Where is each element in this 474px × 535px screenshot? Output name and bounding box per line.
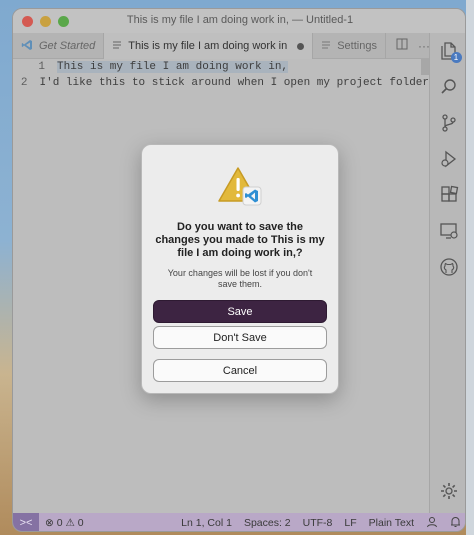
desktop-background-right (466, 0, 474, 535)
dialog-message: Your changes will be lost if you don't s… (167, 268, 313, 289)
tab-label: Settings (337, 40, 377, 52)
feedback-icon[interactable] (420, 516, 444, 531)
editor-scrollbar[interactable] (421, 59, 429, 75)
cancel-button[interactable]: Cancel (153, 359, 327, 382)
language-mode[interactable]: Plain Text (363, 517, 420, 529)
editor-actions: ··· (386, 33, 430, 58)
line-number: 2 (20, 77, 28, 89)
github-icon (439, 258, 458, 276)
tab-bar: Get Started This is my file I am doing w… (13, 33, 430, 59)
search-icon (440, 79, 456, 94)
source-control-icon (441, 114, 456, 132)
status-bar: >< ⊗ 0 ⚠ 0 Ln 1, Col 1 Spaces: 2 UTF-8 L… (13, 513, 465, 531)
activity-bar: 1 (429, 33, 466, 513)
run-debug-icon (440, 150, 456, 168)
title-bar: This is my file I am doing work in, — Un… (13, 9, 465, 33)
activity-explorer[interactable]: 1 (430, 33, 466, 69)
activity-manage[interactable] (430, 473, 466, 509)
lines-icon (112, 40, 122, 53)
activity-search[interactable] (430, 69, 466, 105)
desktop-background (0, 0, 12, 535)
line-text: I'd like this to stick around when I ope… (39, 77, 429, 89)
window-title: This is my file I am doing work in, — Un… (126, 14, 354, 26)
indentation[interactable]: Spaces: 2 (238, 517, 297, 529)
editor-line: 2 I'd like this to stick around when I o… (13, 75, 429, 91)
problems-indicator[interactable]: ⊗ 0 ⚠ 0 (39, 517, 90, 529)
vscode-logo-icon (21, 39, 33, 54)
remote-explorer-icon (439, 223, 458, 239)
tab-current-file[interactable]: This is my file I am doing work in (104, 33, 314, 59)
remote-indicator[interactable]: >< (13, 513, 39, 531)
cursor-position[interactable]: Ln 1, Col 1 (175, 517, 238, 529)
editor-line: 1 This is my file I am doing work in, (13, 59, 429, 75)
dont-save-button[interactable]: Don't Save (153, 326, 327, 349)
unsaved-dot-icon[interactable] (297, 42, 305, 50)
explorer-badge: 1 (450, 52, 462, 63)
split-editor-icon[interactable] (396, 38, 408, 53)
activity-extensions[interactable] (430, 177, 466, 213)
save-button[interactable]: Save (153, 300, 327, 323)
tab-label: Get Started (39, 40, 96, 52)
save-changes-dialog: Do you want to save the changes you made… (141, 144, 339, 394)
lines-icon (321, 40, 331, 53)
warning-icon (217, 165, 263, 207)
dialog-title: Do you want to save the changes you made… (155, 221, 325, 259)
gear-icon (440, 483, 457, 499)
tab-settings[interactable]: Settings (313, 33, 386, 59)
encoding[interactable]: UTF-8 (297, 517, 339, 529)
tab-label: This is my file I am doing work in (128, 40, 288, 52)
activity-github[interactable] (430, 249, 466, 285)
activity-run-debug[interactable] (430, 141, 466, 177)
activity-source-control[interactable] (430, 105, 466, 141)
notifications-bell-icon[interactable] (444, 516, 465, 531)
line-number: 1 (38, 61, 45, 73)
activity-remote-explorer[interactable] (430, 213, 466, 249)
line-text: This is my file I am doing work in, (57, 61, 289, 73)
tab-get-started[interactable]: Get Started (13, 33, 105, 59)
end-of-line[interactable]: LF (338, 517, 362, 529)
status-right: Ln 1, Col 1 Spaces: 2 UTF-8 LF Plain Tex… (175, 516, 465, 531)
extensions-icon (440, 185, 458, 202)
